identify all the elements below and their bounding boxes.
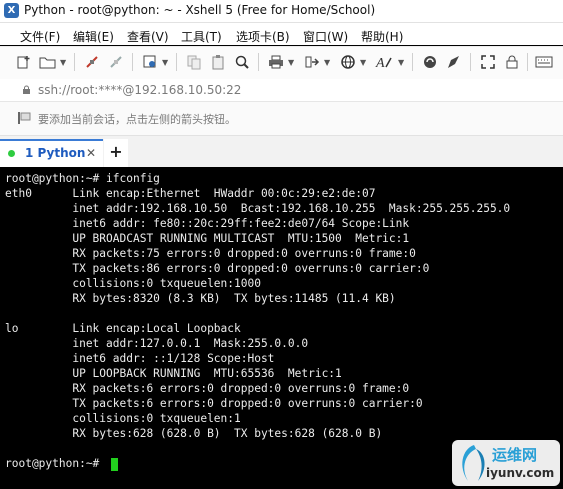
keyboard-icon[interactable] [534, 52, 554, 72]
find-icon[interactable] [232, 52, 252, 72]
terminal-cursor [111, 458, 118, 471]
toolbar-divider [412, 53, 413, 71]
menu-tools[interactable]: 工具(T) [181, 28, 222, 45]
chevron-down-icon[interactable]: ▼ [162, 58, 168, 67]
menu-help[interactable]: 帮助(H) [361, 28, 403, 45]
tab-label[interactable]: 1 Python [25, 146, 85, 160]
terminal-line: RX bytes:8320 (8.3 KB) TX bytes:11485 (1… [5, 292, 396, 305]
terminal-line: root@python:~# ifconfig [5, 172, 160, 185]
terminal-line: RX bytes:628 (628.0 B) TX bytes:628 (628… [5, 427, 383, 440]
svg-text:A: A [375, 56, 385, 70]
close-icon[interactable]: ✕ [86, 146, 96, 160]
toolbar-divider [74, 53, 75, 71]
menu-window[interactable]: 窗口(W) [303, 28, 348, 45]
terminal-prompt: root@python:~# [5, 457, 107, 470]
terminal-line: TX packets:6 errors:0 dropped:0 overruns… [5, 397, 423, 410]
chevron-down-icon[interactable]: ▼ [60, 58, 66, 67]
copy-icon[interactable] [184, 52, 204, 72]
hint-text: 要添加当前会话，点击左侧的箭头按钮。 [38, 113, 236, 126]
menu-tabs[interactable]: 选项卡(B) [236, 28, 290, 45]
new-session-icon[interactable] [14, 52, 34, 72]
chevron-down-icon[interactable]: ▼ [398, 58, 404, 67]
xshell-window: X Python - root@python: ~ - Xshell 5 (Fr… [0, 0, 563, 489]
xshell-app-icon: X [4, 3, 19, 18]
toolbar-divider [258, 53, 259, 71]
terminal-line: RX packets:75 errors:0 dropped:0 overrun… [5, 247, 416, 260]
watermark-text: 运维网 [492, 446, 538, 464]
script-icon[interactable] [420, 52, 440, 72]
terminal-line: collisions:0 txqueuelen:1000 [5, 277, 261, 290]
terminal-line: inet addr:192.168.10.50 Bcast:192.168.10… [5, 202, 511, 215]
transfer-icon[interactable] [302, 52, 322, 72]
reconnect-icon[interactable] [106, 52, 126, 72]
watermark-url: iyunv.com [486, 466, 555, 480]
lock-icon[interactable] [502, 52, 522, 72]
open-folder-icon[interactable] [38, 52, 58, 72]
menu-edit[interactable]: 编辑(E) [73, 28, 114, 45]
add-tab-button[interactable]: + [104, 139, 128, 167]
terminal-line: collisions:0 txqueuelen:1 [5, 412, 241, 425]
terminal-line: lo Link encap:Local Loopback [5, 322, 241, 335]
globe-icon[interactable] [338, 52, 358, 72]
terminal-line: TX packets:86 errors:0 dropped:0 overrun… [5, 262, 430, 275]
connection-status-icon [8, 150, 15, 157]
fullscreen-icon[interactable] [478, 52, 498, 72]
chevron-down-icon[interactable]: ▼ [324, 58, 330, 67]
lock-icon [23, 85, 30, 94]
print-icon[interactable] [266, 52, 286, 72]
disconnect-icon[interactable] [82, 52, 102, 72]
toolbar-divider [470, 53, 471, 71]
terminal-line: RX packets:6 errors:0 dropped:0 overruns… [5, 382, 410, 395]
menu-view[interactable]: 查看(V) [127, 28, 169, 45]
address-input[interactable]: ssh://root:****@192.168.10.50:22 [38, 83, 241, 97]
properties-icon[interactable] [140, 52, 160, 72]
terminal-line: UP LOOPBACK RUNNING MTU:65536 Metric:1 [5, 367, 342, 380]
terminal-line: inet addr:127.0.0.1 Mask:255.0.0.0 [5, 337, 309, 350]
toolbar-divider [132, 53, 133, 71]
terminal-line: inet6 addr: ::1/128 Scope:Host [5, 352, 275, 365]
terminal-line: eth0 Link encap:Ethernet HWaddr 00:0c:29… [5, 187, 376, 200]
add-session-arrow-icon[interactable] [17, 110, 33, 126]
chevron-down-icon[interactable]: ▼ [288, 58, 294, 67]
paste-icon[interactable] [208, 52, 228, 72]
font-icon[interactable]: A [374, 52, 394, 72]
terminal-line: UP BROADCAST RUNNING MULTICAST MTU:1500 … [5, 232, 410, 245]
menu-file[interactable]: 文件(F) [20, 28, 60, 45]
chevron-down-icon[interactable]: ▼ [360, 58, 366, 67]
toolbar-divider [176, 53, 177, 71]
terminal-line: inet6 addr: fe80::20c:29ff:fee2:de07/64 … [5, 217, 410, 230]
compose-icon[interactable] [444, 52, 464, 72]
toolbar-divider [527, 53, 528, 71]
window-title: Python - root@python: ~ - Xshell 5 (Free… [24, 3, 376, 17]
